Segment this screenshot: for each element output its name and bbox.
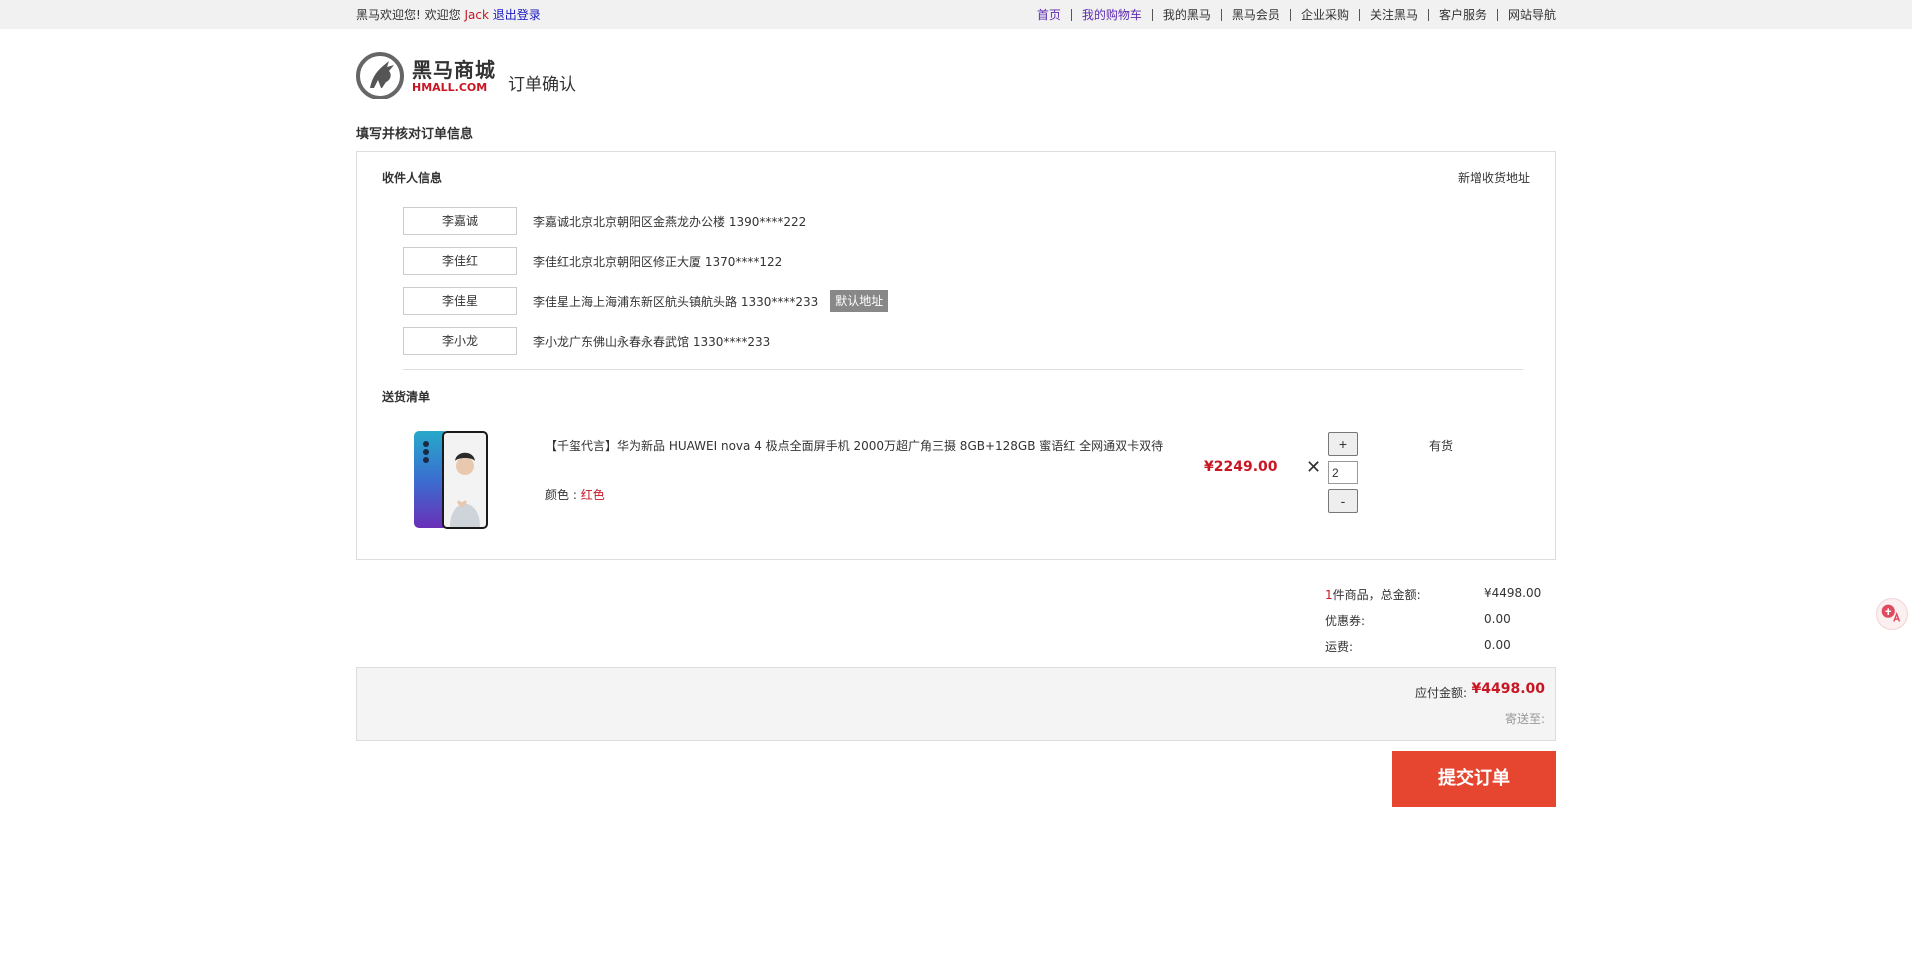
section-heading: 填写并核对订单信息 xyxy=(356,127,474,142)
order-info-box: 收件人信息 新增收货地址 李嘉诚 李嘉诚北京北京朝阳区金燕龙办公楼 1390**… xyxy=(356,151,1556,560)
shipping-value: 0.00 xyxy=(1484,638,1511,652)
coupon-label: 优惠券: xyxy=(1325,614,1366,628)
username: Jack xyxy=(464,8,489,22)
welcome-area: 黑马欢迎您! 欢迎您 Jack 退出登录 xyxy=(356,6,541,23)
color-label: 颜色 : xyxy=(545,488,581,502)
address-row: 李佳红 李佳红北京北京朝阳区修正大厦 1370****122 xyxy=(403,247,782,275)
logo-name-cn: 黑马商城 xyxy=(412,57,496,82)
submit-order-button[interactable]: 提交订单 xyxy=(1392,751,1556,807)
nav-cart[interactable]: 我的购物车 xyxy=(1070,8,1152,21)
color-value: 红色 xyxy=(580,488,605,502)
product-price: ¥2249.00 xyxy=(1204,459,1278,475)
item-count: 1 xyxy=(1325,588,1333,602)
address-row: 李嘉诚 李嘉诚北京北京朝阳区金燕龙办公楼 1390****222 xyxy=(403,207,806,235)
nav-enterprise[interactable]: 企业采购 xyxy=(1289,8,1359,21)
top-bar: 黑马欢迎您! 欢迎您 Jack 退出登录 首页 我的购物车 我的黑马 黑马会员 … xyxy=(0,0,1912,29)
address-row: 李佳星 李佳星上海上海浦东新区航头镇航头路 1330****233 默认地址 xyxy=(403,287,889,315)
nav-sitemap[interactable]: 网站导航 xyxy=(1496,8,1556,21)
translate-icon[interactable] xyxy=(1876,598,1908,630)
address-name-button[interactable]: 李佳星 xyxy=(403,287,517,315)
payment-box: 应付金额: ¥4498.00 寄送至: xyxy=(356,667,1556,741)
nav-service[interactable]: 客户服务 xyxy=(1427,8,1497,21)
nav-membership[interactable]: 黑马会员 xyxy=(1220,8,1290,21)
logout-link[interactable]: 退出登录 xyxy=(493,8,541,22)
quantity-input[interactable] xyxy=(1328,461,1358,484)
address-name-button[interactable]: 李佳红 xyxy=(403,247,517,275)
shipping-label: 运费: xyxy=(1325,640,1354,654)
coupon-value: 0.00 xyxy=(1484,612,1511,626)
nav-home[interactable]: 首页 xyxy=(1027,9,1071,21)
header: 黑马商城 HMALL.COM 订单确认 xyxy=(356,52,576,99)
summary-count-row: 1件商品，总金额: xyxy=(1325,586,1421,603)
logo-text: 黑马商城 HMALL.COM xyxy=(412,58,496,94)
page-title: 订单确认 xyxy=(508,75,576,95)
item-count-label: 件商品，总金额: xyxy=(1332,588,1421,602)
address-detail: 李佳星上海上海浦东新区航头镇航头路 1330****233 xyxy=(533,294,819,309)
address-name-button[interactable]: 李嘉诚 xyxy=(403,207,517,235)
default-address-badge: 默认地址 xyxy=(830,290,889,312)
divider xyxy=(403,369,1523,370)
multiply-icon: ✕ xyxy=(1306,457,1322,478)
delivery-heading: 送货清单 xyxy=(382,390,431,404)
quantity-stepper: + - xyxy=(1328,432,1358,513)
ship-to: 寄送至: xyxy=(1504,712,1545,726)
address-detail: 李佳红北京北京朝阳区修正大厦 1370****122 xyxy=(533,254,783,269)
logo[interactable]: 黑马商城 HMALL.COM xyxy=(356,52,496,99)
payable-amount: ¥4498.00 xyxy=(1471,681,1545,697)
decrease-quantity-button[interactable]: - xyxy=(1328,489,1358,513)
address-name-button[interactable]: 李小龙 xyxy=(403,327,517,355)
receiver-heading: 收件人信息 xyxy=(382,171,443,185)
address-detail: 李嘉诚北京北京朝阳区金燕龙办公楼 1390****222 xyxy=(533,214,807,229)
product-name[interactable]: 【千玺代言】华为新品 HUAWEI nova 4 极点全面屏手机 2000万超广… xyxy=(545,437,1163,454)
new-address-link[interactable]: 新增收货地址 xyxy=(1458,169,1530,186)
stock-status: 有货 xyxy=(1429,439,1454,453)
address-row: 李小龙 李小龙广东佛山永春永春武馆 1330****233 xyxy=(403,327,770,355)
welcome-text: 黑马欢迎您! 欢迎您 xyxy=(356,8,465,22)
product-color: 颜色 : 红色 xyxy=(545,486,605,503)
payable-label: 应付金额: xyxy=(1414,686,1467,700)
nav-follow[interactable]: 关注黑马 xyxy=(1358,8,1428,21)
increase-quantity-button[interactable]: + xyxy=(1328,432,1358,456)
horse-logo-icon xyxy=(356,52,404,99)
address-detail: 李小龙广东佛山永春永春武馆 1330****233 xyxy=(533,334,771,349)
summary-total: ¥4498.00 xyxy=(1484,586,1542,600)
logo-name-en: HMALL.COM xyxy=(412,80,488,94)
top-nav: 首页 我的购物车 我的黑马 黑马会员 企业采购 关注黑马 客户服务 网站导航 xyxy=(1027,8,1556,21)
product-image[interactable] xyxy=(412,430,492,530)
nav-my-account[interactable]: 我的黑马 xyxy=(1151,8,1221,21)
